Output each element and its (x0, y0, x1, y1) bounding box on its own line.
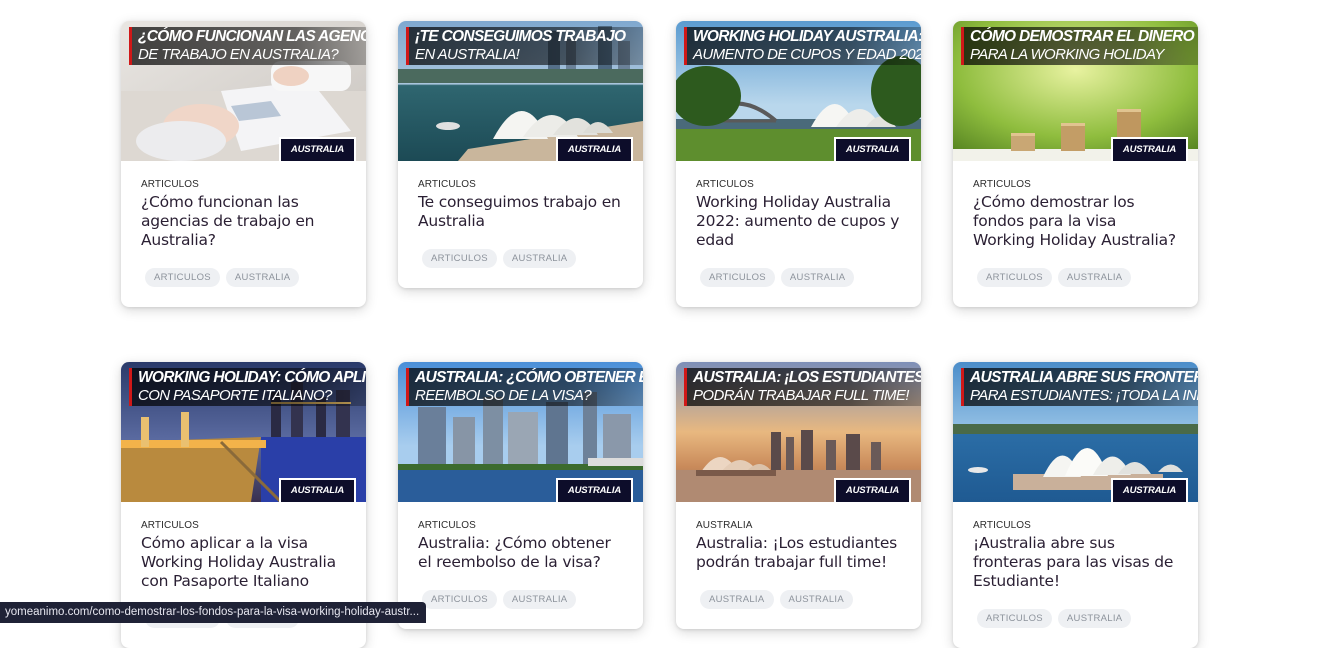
tag-chip[interactable]: ARTICULOS (145, 268, 220, 287)
tag-chip[interactable]: ARTICULOS (422, 249, 497, 268)
article-category[interactable]: AUSTRALIA (696, 520, 901, 531)
tag-chip[interactable]: ARTICULOS (700, 268, 775, 287)
thumbnail-headline: ¡TE CONSEGUIMOS TRABAJO EN AUSTRALIA! (406, 27, 643, 65)
category-badge[interactable]: AUSTRALIA (1110, 137, 1188, 161)
headline-line-2: EN AUSTRALIA! (415, 45, 520, 63)
tag-chip[interactable]: ARTICULOS (977, 268, 1052, 287)
article-tags: ARTICULOS AUSTRALIA (696, 265, 901, 287)
headline-line-1: AUSTRALIA ABRE SUS FRONTERAS (970, 369, 1198, 386)
headline-line-2: PODRÁN TRABAJAR FULL TIME! (693, 386, 909, 404)
article-thumbnail[interactable]: ¿CÓMO FUNCIONAN LAS AGENCIAS DE TRABAJO … (121, 21, 366, 161)
article-category[interactable]: ARTICULOS (696, 179, 901, 190)
tag-chip[interactable]: AUSTRALIA (700, 590, 774, 609)
thumbnail-headline: WORKING HOLIDAY: CÓMO APLICAR CON PASAPO… (129, 368, 366, 406)
article-title[interactable]: Cómo aplicar a la visa Working Holiday A… (141, 534, 346, 591)
link-status-bar: yomeanimo.com/como-demostrar-los-fondos-… (0, 602, 427, 623)
article-title[interactable]: Australia: ¿Cómo obtener el reembolso de… (418, 534, 623, 572)
headline-line-2: AUMENTO DE CUPOS Y EDAD 2022 (693, 45, 921, 63)
tag-chip[interactable]: ARTICULOS (977, 609, 1052, 628)
article-category[interactable]: ARTICULOS (141, 179, 346, 190)
article-thumbnail[interactable]: AUSTRALIA ABRE SUS FRONTERAS PARA ESTUDI… (953, 362, 1198, 502)
headline-line-1: AUSTRALIA: ¡LOS ESTUDIANTES (693, 369, 921, 386)
tag-chip[interactable]: AUSTRALIA (779, 590, 853, 609)
article-card[interactable]: WORKING HOLIDAY AUSTRALIA: AUMENTO DE CU… (676, 21, 921, 307)
article-category[interactable]: ARTICULOS (418, 520, 623, 531)
article-tags: ARTICULOS AUSTRALIA (418, 587, 623, 609)
headline-line-1: ¡TE CONSEGUIMOS TRABAJO (415, 28, 626, 45)
article-card[interactable]: AUSTRALIA: ¡LOS ESTUDIANTES PODRÁN TRABA… (676, 362, 921, 629)
headline-line-2: CON PASAPORTE ITALIANO? (138, 386, 332, 404)
article-card[interactable]: ¡TE CONSEGUIMOS TRABAJO EN AUSTRALIA! AU… (398, 21, 643, 288)
article-title[interactable]: ¡Australia abre sus fronteras para las v… (973, 534, 1178, 591)
article-thumbnail[interactable]: CÓMO DEMOSTRAR EL DINERO PARA LA WORKING… (953, 21, 1198, 161)
article-tags: ARTICULOS AUSTRALIA (141, 265, 346, 287)
article-title[interactable]: Working Holiday Australia 2022: aumento … (696, 193, 901, 250)
tag-chip[interactable]: ARTICULOS (422, 590, 497, 609)
article-category[interactable]: ARTICULOS (973, 520, 1178, 531)
article-thumbnail[interactable]: AUSTRALIA: ¿CÓMO OBTENER EL REEMBOLSO DE… (398, 362, 643, 502)
article-title[interactable]: Te conseguimos trabajo en Australia (418, 193, 623, 231)
category-badge[interactable]: AUSTRALIA (833, 137, 911, 161)
headline-line-2: PARA LA WORKING HOLIDAY (970, 45, 1164, 63)
headline-line-1: ¿CÓMO FUNCIONAN LAS AGENCIAS (138, 28, 366, 45)
tag-chip[interactable]: AUSTRALIA (780, 268, 855, 287)
article-thumbnail[interactable]: ¡TE CONSEGUIMOS TRABAJO EN AUSTRALIA! AU… (398, 21, 643, 161)
category-badge[interactable]: AUSTRALIA (555, 478, 633, 502)
article-tags: ARTICULOS AUSTRALIA (418, 246, 623, 268)
article-card[interactable]: AUSTRALIA: ¿CÓMO OBTENER EL REEMBOLSO DE… (398, 362, 643, 629)
article-card[interactable]: AUSTRALIA ABRE SUS FRONTERAS PARA ESTUDI… (953, 362, 1198, 648)
thumbnail-headline: AUSTRALIA: ¡LOS ESTUDIANTES PODRÁN TRABA… (684, 368, 921, 406)
article-title[interactable]: ¿Cómo demostrar los fondos para la visa … (973, 193, 1178, 250)
headline-line-1: AUSTRALIA: ¿CÓMO OBTENER EL (415, 369, 643, 386)
article-thumbnail[interactable]: WORKING HOLIDAY: CÓMO APLICAR CON PASAPO… (121, 362, 366, 502)
thumbnail-headline: ¿CÓMO FUNCIONAN LAS AGENCIAS DE TRABAJO … (129, 27, 366, 65)
article-tags: AUSTRALIA AUSTRALIA (696, 587, 901, 609)
article-card[interactable]: CÓMO DEMOSTRAR EL DINERO PARA LA WORKING… (953, 21, 1198, 307)
tag-chip[interactable]: AUSTRALIA (502, 249, 577, 268)
headline-line-1: CÓMO DEMOSTRAR EL DINERO (970, 28, 1195, 45)
article-card[interactable]: ¿CÓMO FUNCIONAN LAS AGENCIAS DE TRABAJO … (121, 21, 366, 307)
tag-chip[interactable]: AUSTRALIA (502, 590, 577, 609)
category-badge[interactable]: AUSTRALIA (278, 478, 356, 502)
headline-line-2: PARA ESTUDIANTES: ¡TODA LA INFO! (970, 386, 1198, 404)
category-badge[interactable]: AUSTRALIA (833, 478, 911, 502)
thumbnail-headline: WORKING HOLIDAY AUSTRALIA: AUMENTO DE CU… (684, 27, 921, 65)
article-category[interactable]: ARTICULOS (141, 520, 346, 531)
article-tags: ARTICULOS AUSTRALIA (973, 265, 1178, 287)
tag-chip[interactable]: AUSTRALIA (225, 268, 300, 287)
article-category[interactable]: ARTICULOS (973, 179, 1178, 190)
thumbnail-headline: CÓMO DEMOSTRAR EL DINERO PARA LA WORKING… (961, 27, 1198, 65)
headline-line-1: WORKING HOLIDAY AUSTRALIA: (693, 28, 921, 45)
thumbnail-headline: AUSTRALIA: ¿CÓMO OBTENER EL REEMBOLSO DE… (406, 368, 643, 406)
article-category[interactable]: ARTICULOS (418, 179, 623, 190)
headline-line-2: DE TRABAJO EN AUSTRALIA? (138, 45, 339, 63)
article-title[interactable]: Australia: ¡Los estudiantes podrán traba… (696, 534, 901, 572)
tag-chip[interactable]: AUSTRALIA (1057, 268, 1132, 287)
category-badge[interactable]: AUSTRALIA (1110, 478, 1188, 502)
article-thumbnail[interactable]: WORKING HOLIDAY AUSTRALIA: AUMENTO DE CU… (676, 21, 921, 161)
headline-line-1: WORKING HOLIDAY: CÓMO APLICAR (138, 369, 366, 386)
category-badge[interactable]: AUSTRALIA (278, 137, 356, 161)
article-thumbnail[interactable]: AUSTRALIA: ¡LOS ESTUDIANTES PODRÁN TRABA… (676, 362, 921, 502)
article-grid: ¿CÓMO FUNCIONAN LAS AGENCIAS DE TRABAJO … (0, 0, 1344, 648)
article-tags: ARTICULOS AUSTRALIA (973, 606, 1178, 628)
thumbnail-headline: AUSTRALIA ABRE SUS FRONTERAS PARA ESTUDI… (961, 368, 1198, 406)
article-title[interactable]: ¿Cómo funcionan las agencias de trabajo … (141, 193, 346, 250)
headline-line-2: REEMBOLSO DE LA VISA? (415, 386, 592, 404)
category-badge[interactable]: AUSTRALIA (555, 137, 633, 161)
tag-chip[interactable]: AUSTRALIA (1057, 609, 1132, 628)
